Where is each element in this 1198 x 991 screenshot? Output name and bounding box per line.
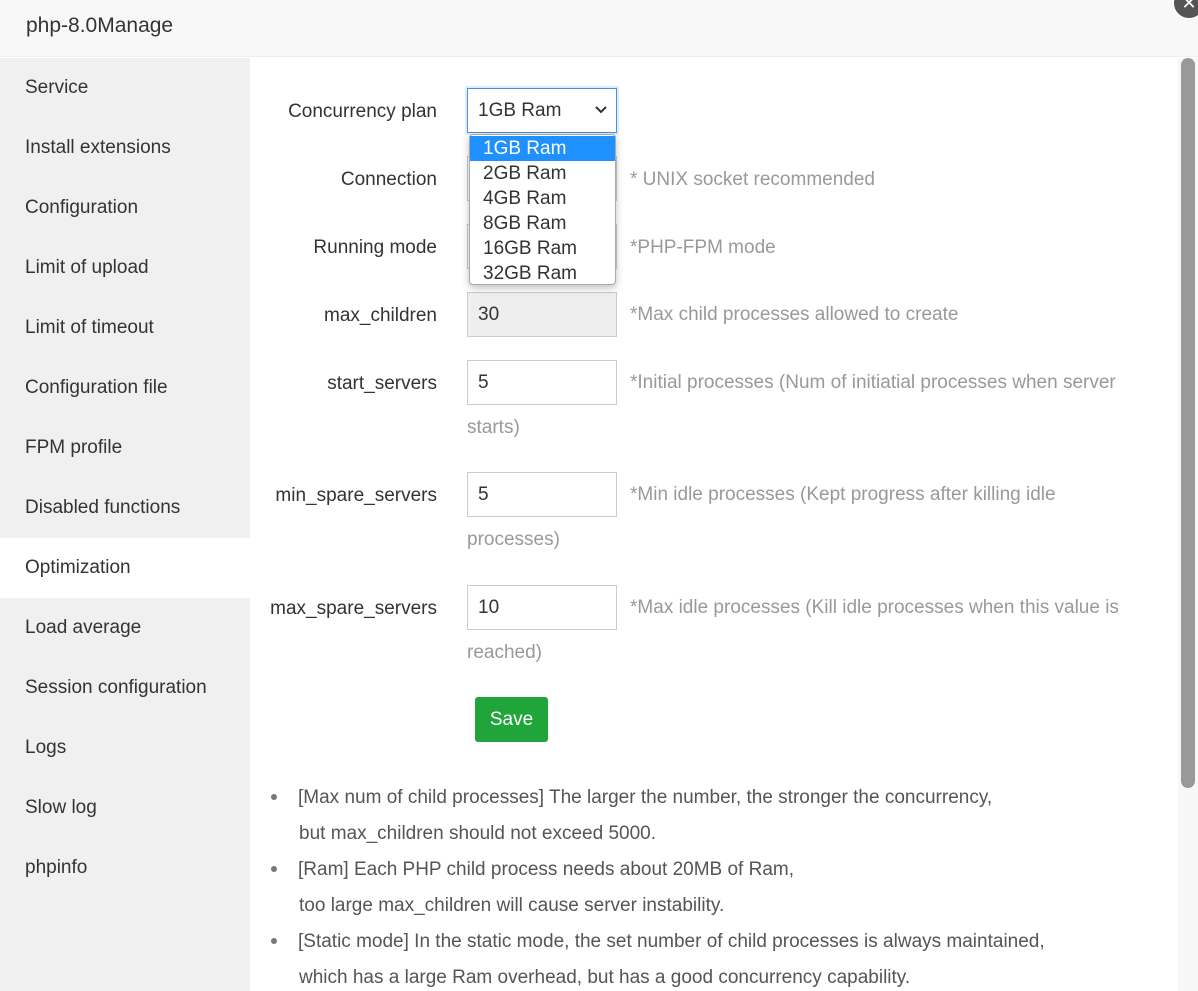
min-spare-servers-label: min_spare_servers <box>275 485 437 506</box>
sidebar-item-phpinfo[interactable]: phpinfo <box>0 838 250 898</box>
running-mode-hint: *PHP-FPM mode <box>630 237 776 258</box>
dropdown-option[interactable]: 2GB Ram <box>470 161 615 186</box>
dropdown-option[interactable]: 16GB Ram <box>470 236 615 261</box>
dropdown-option[interactable]: 8GB Ram <box>470 211 615 236</box>
sidebar-item-disabled-functions[interactable]: Disabled functions <box>0 478 250 538</box>
start-servers-label: start_servers <box>327 373 437 394</box>
scrollbar-thumb[interactable] <box>1181 58 1195 788</box>
bullet-icon <box>271 794 277 800</box>
start-servers-input[interactable]: 5 <box>467 360 617 405</box>
max-children-hint: *Max child processes allowed to create <box>630 304 959 325</box>
title-bar: php-8.0Manage <box>0 0 1198 57</box>
running-mode-label: Running mode <box>313 237 437 258</box>
window-title: php-8.0Manage <box>26 14 174 37</box>
dropdown-option[interactable]: 1GB Ram <box>470 136 615 161</box>
sidebar-item-optimization[interactable]: Optimization <box>0 538 250 598</box>
max-spare-servers-input[interactable]: 10 <box>467 585 617 630</box>
note-line: which has a large Ram overhead, but has … <box>299 967 911 988</box>
list-item: [Ram] Each PHP child process needs about… <box>270 852 1170 924</box>
sidebar-item-slow-log[interactable]: Slow log <box>0 778 250 838</box>
note-line: too large max_children will cause server… <box>299 895 725 916</box>
connection-label: Connection <box>340 169 437 190</box>
bullet-icon <box>271 938 277 944</box>
note-line: [Static mode] In the static mode, the se… <box>298 931 1045 952</box>
php-manage-dialog: php-8.0Manage ✕ Service Install extensio… <box>0 0 1198 991</box>
sidebar: Service Install extensions Configuration… <box>0 58 250 991</box>
scrollbar[interactable] <box>1178 58 1198 991</box>
sidebar-item-configuration-file[interactable]: Configuration file <box>0 358 250 418</box>
sidebar-item-session-configuration[interactable]: Session configuration <box>0 658 250 718</box>
max-spare-servers-label: max_spare_servers <box>270 598 437 619</box>
max-spare-servers-hint-cont: reached) <box>467 642 542 663</box>
concurrency-plan-label: Concurrency plan <box>288 101 437 122</box>
concurrency-plan-dropdown: 1GB Ram 2GB Ram 4GB Ram 8GB Ram 16GB Ram… <box>469 134 616 285</box>
list-item: [Max num of child processes] The larger … <box>270 780 1170 852</box>
sidebar-item-install-extensions[interactable]: Install extensions <box>0 118 250 178</box>
note-line: but max_children should not exceed 5000. <box>299 823 657 844</box>
min-spare-servers-hint-cont: processes) <box>467 529 560 550</box>
notes-list: [Max num of child processes] The larger … <box>270 780 1170 991</box>
concurrency-plan-value: 1GB Ram <box>478 100 562 121</box>
start-servers-hint: *Initial processes (Num of initiatial pr… <box>630 372 1116 393</box>
dropdown-option[interactable]: 4GB Ram <box>470 186 615 211</box>
sidebar-item-configuration[interactable]: Configuration <box>0 178 250 238</box>
save-button[interactable]: Save <box>475 697 548 742</box>
note-line: [Ram] Each PHP child process needs about… <box>298 859 795 880</box>
connection-hint: * UNIX socket recommended <box>630 169 875 190</box>
concurrency-plan-select[interactable]: 1GB Ram <box>467 88 617 133</box>
bullet-icon <box>271 866 277 872</box>
sidebar-item-limit-of-upload[interactable]: Limit of upload <box>0 238 250 298</box>
sidebar-item-service[interactable]: Service <box>0 58 250 118</box>
sidebar-item-fpm-profile[interactable]: FPM profile <box>0 418 250 478</box>
start-servers-hint-cont: starts) <box>467 417 520 438</box>
max-children-input: 30 <box>467 292 617 337</box>
min-spare-servers-hint: *Min idle processes (Kept progress after… <box>630 484 1056 505</box>
max-spare-servers-hint: *Max idle processes (Kill idle processes… <box>630 597 1119 618</box>
sidebar-item-load-average[interactable]: Load average <box>0 598 250 658</box>
dropdown-option[interactable]: 32GB Ram <box>470 261 615 286</box>
sidebar-item-logs[interactable]: Logs <box>0 718 250 778</box>
list-item: [Static mode] In the static mode, the se… <box>270 924 1170 991</box>
min-spare-servers-input[interactable]: 5 <box>467 472 617 517</box>
max-children-label: max_children <box>324 305 437 326</box>
sidebar-item-limit-of-timeout[interactable]: Limit of timeout <box>0 298 250 358</box>
note-line: [Max num of child processes] The larger … <box>298 787 993 808</box>
